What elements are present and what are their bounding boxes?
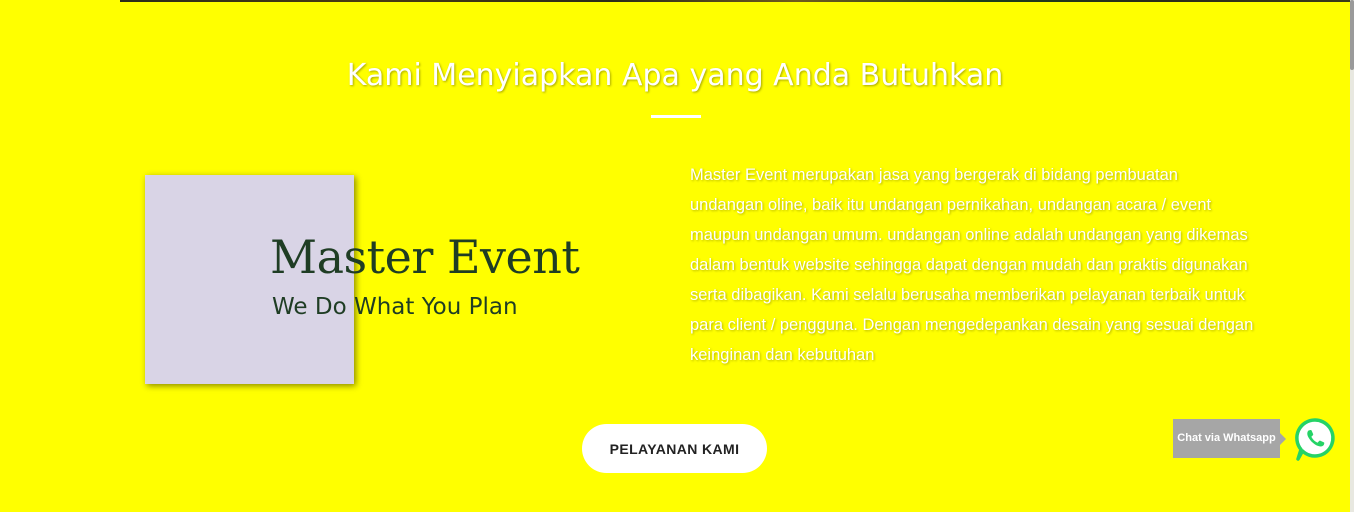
page-scrollbar[interactable] (1350, 0, 1354, 512)
logo-tagline: We Do What You Plan (272, 294, 518, 320)
header-image-strip (120, 0, 1350, 2)
services-button[interactable]: PELAYANAN KAMI (582, 424, 767, 473)
whatsapp-icon[interactable] (1293, 416, 1337, 462)
whatsapp-chat-label[interactable]: Chat via Whatsapp (1173, 419, 1286, 458)
title-divider (651, 115, 701, 118)
about-description: Master Event merupakan jasa yang bergera… (690, 166, 1254, 364)
section-title: Kami Menyiapkan Apa yang Anda Butuhkan (346, 58, 1004, 93)
scrollbar-thumb[interactable] (1350, 0, 1354, 70)
logo-title: Master Event (270, 230, 580, 284)
whatsapp-chat-widget[interactable]: Chat via Whatsapp (1173, 416, 1338, 464)
